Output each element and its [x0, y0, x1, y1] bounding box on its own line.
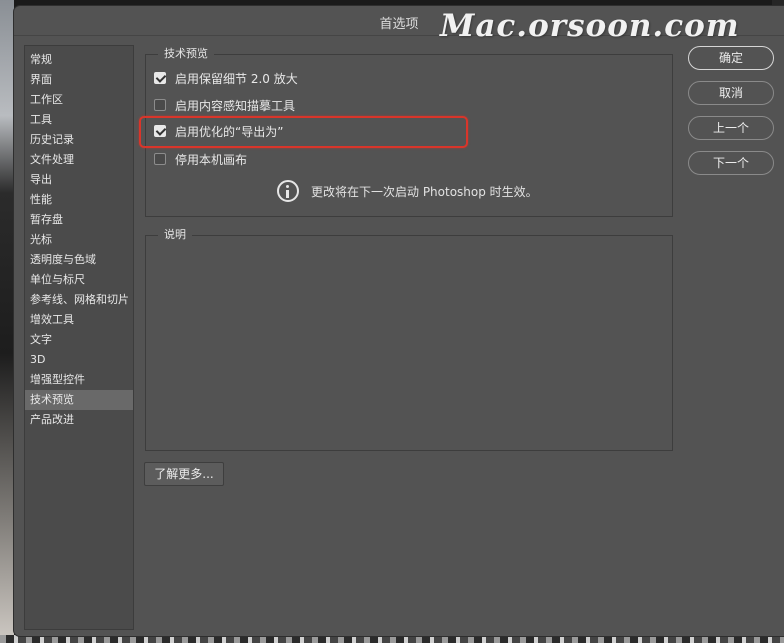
next-button[interactable]: 下一个	[688, 151, 774, 175]
option-content-aware-tracing[interactable]: 启用内容感知描摹工具	[154, 96, 295, 114]
option-preserve-details-2[interactable]: 启用保留细节 2.0 放大	[154, 69, 298, 87]
option-label: 启用内容感知描摹工具	[175, 98, 296, 113]
preferences-dialog: 首选项 Mac.orsoon.com 常规 界面 工作区 工具 历史记录 文件处…	[14, 6, 784, 636]
group-legend: 技术预览	[158, 47, 214, 61]
sidebar-item-technology-previews[interactable]: 技术预览	[25, 390, 133, 410]
option-label: 停用本机画布	[175, 152, 248, 167]
background-photo-left	[0, 0, 14, 643]
checkbox-unchecked[interactable]	[154, 99, 166, 111]
sidebar-item-general[interactable]: 常规	[25, 50, 133, 70]
sidebar-item-enhanced-controls[interactable]: 增强型控件	[25, 370, 133, 390]
sidebar-item-file-handling[interactable]: 文件处理	[25, 150, 133, 170]
highlight-annotation	[139, 116, 468, 148]
restart-notice: 更改将在下一次启动 Photoshop 时生效。	[277, 180, 538, 202]
option-label: 启用保留细节 2.0 放大	[175, 71, 298, 86]
option-disable-native-canvas[interactable]: 停用本机画布	[154, 150, 247, 168]
learn-more-button[interactable]: 了解更多...	[144, 462, 224, 486]
sidebar-item-history[interactable]: 历史记录	[25, 130, 133, 150]
group-legend: 说明	[158, 228, 192, 242]
watermark-logo: Mac.orsoon.com	[440, 8, 740, 44]
sidebar-item-guides-grid-slices[interactable]: 参考线、网格和切片	[25, 290, 133, 310]
sidebar-item-product-improvement[interactable]: 产品改进	[25, 410, 133, 430]
sidebar-item-transparency-gamut[interactable]: 透明度与色域	[25, 250, 133, 270]
sidebar-item-units-rulers[interactable]: 单位与标尺	[25, 270, 133, 290]
sidebar-item-cursors[interactable]: 光标	[25, 230, 133, 250]
checkbox-checked[interactable]	[154, 72, 166, 84]
ok-button[interactable]: 确定	[688, 46, 774, 70]
info-icon	[277, 180, 299, 202]
description-group: 说明	[145, 228, 673, 451]
previous-button[interactable]: 上一个	[688, 116, 774, 140]
cancel-button[interactable]: 取消	[688, 81, 774, 105]
sidebar-item-scratch-disks[interactable]: 暂存盘	[25, 210, 133, 230]
restart-notice-text: 更改将在下一次启动 Photoshop 时生效。	[311, 184, 538, 199]
sidebar-item-type[interactable]: 文字	[25, 330, 133, 350]
sidebar-item-interface[interactable]: 界面	[25, 70, 133, 90]
sidebar-item-export[interactable]: 导出	[25, 170, 133, 190]
sidebar-item-performance[interactable]: 性能	[25, 190, 133, 210]
sidebar-item-workspace[interactable]: 工作区	[25, 90, 133, 110]
sidebar-item-3d[interactable]: 3D	[25, 350, 133, 370]
sidebar-item-plugins[interactable]: 增效工具	[25, 310, 133, 330]
preferences-sidebar: 常规 界面 工作区 工具 历史记录 文件处理 导出 性能 暂存盘 光标 透明度与…	[24, 45, 134, 630]
checkbox-unchecked[interactable]	[154, 153, 166, 165]
background-photo-bottom	[0, 635, 784, 643]
sidebar-item-tools[interactable]: 工具	[25, 110, 133, 130]
